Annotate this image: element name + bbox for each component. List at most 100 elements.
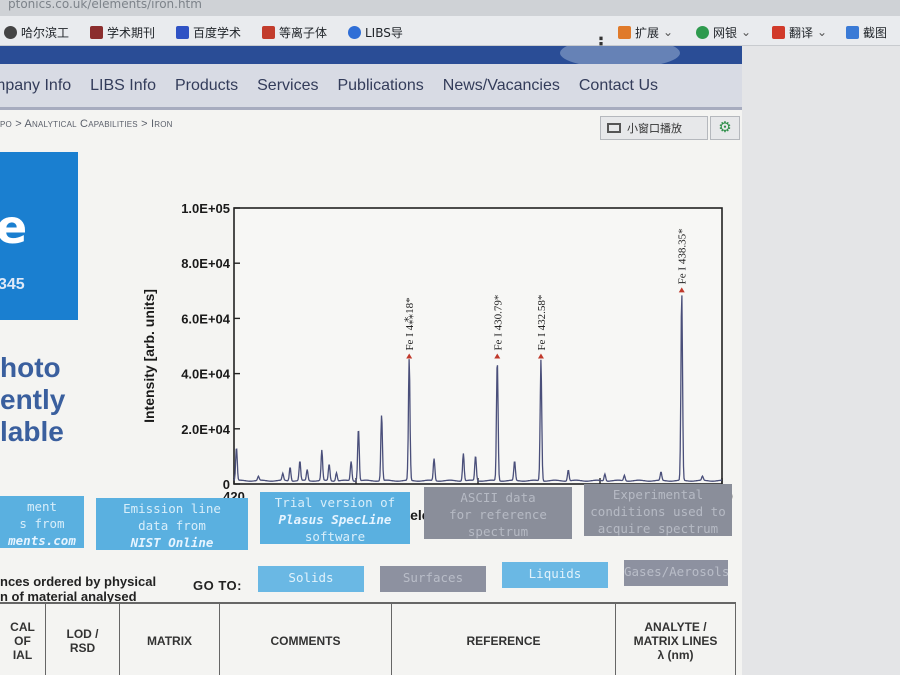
y-axis-label: Intensity [arb. units] [141,289,157,423]
scissors-icon [846,25,859,39]
header-text: CAL OF IAL [10,619,35,662]
nav-services[interactable]: Services [257,77,318,95]
mini-player-label: 小窗口播放 [627,122,682,135]
tile-specline[interactable]: Trial version of Plasus SpecLine softwar… [260,492,410,544]
peak-annotation: Fe I 438.35* [677,228,689,284]
element-number: 345 [0,276,25,293]
goto-label: GO TO: [193,578,242,593]
main-nav: mpany Info LIBS Info Products Services P… [0,64,742,110]
tile-line: software [304,529,366,544]
bookmark-2[interactable]: 百度学术 [176,22,241,42]
tile-line: data from [138,518,206,533]
web-page: mpany Info LIBS Info Products Services P… [0,46,742,675]
bookmark-label: 哈尔滨工 [21,25,70,40]
bookmark-label: 等离子体 [279,25,328,40]
paw-icon [176,25,189,39]
tile-line: conditions used to [590,504,726,519]
goto-solids-button[interactable]: Solids [258,566,364,592]
mini-player-button[interactable]: 小窗口播放 [600,116,708,140]
bookmark-icon [90,25,103,39]
text-line: ently [0,384,66,415]
nav-contact-us[interactable]: Contact Us [579,77,658,95]
bookmark-3[interactable]: 等离子体 [262,22,327,42]
tile-line: Emission line [123,501,221,516]
tile-line: for reference [449,507,547,522]
nav-libs-info[interactable]: LIBS Info [90,77,156,95]
text-line: nces ordered by physical [0,574,157,589]
gear-icon[interactable]: ⚙ [710,116,740,140]
tile-line: Trial version of [274,495,396,510]
chevron-down-icon: ⌄ [817,25,828,39]
y-tick-label: 2.0E+04 [181,422,231,437]
header-text: MATRIX [146,633,193,648]
extension-0[interactable]: 扩展 ⌄ [618,22,673,42]
text-line: lable [0,416,64,447]
extension-label: 网银 [713,25,738,40]
tile-ascii-data[interactable]: ASCII data for reference spectrum [424,487,572,539]
tile-line: ments.com [8,533,76,548]
grid-icon [618,25,631,39]
tile-line: ASCII data [460,490,536,505]
header-text: LOD / RSD [66,626,99,655]
ordered-text: nces ordered by physical n of material a… [0,574,156,604]
spectrum-chart: 02.0E+044.0E+046.0E+048.0E+041.0E+054204… [141,201,733,523]
extension-1[interactable]: 网银 ⌄ [696,22,751,42]
tile-conditions[interactable]: Experimental conditions used to acquire … [584,484,732,536]
tile-line: ment [26,499,58,514]
extension-label: 翻译 [789,25,814,40]
photo-availability-text: hoto ently lable [0,352,65,448]
tile-line: spectrum [467,524,529,539]
col-header-lod: LOD / RSD [46,604,120,675]
address-bar[interactable]: ptonics.co.uk/elements/iron.htm [0,0,900,16]
goto-liquids-button[interactable]: Liquids [502,562,608,588]
tile-nist[interactable]: Emission line data from NIST Online [96,498,248,550]
bookmark-icon [4,25,17,39]
extension-2[interactable]: 翻译 ⌄ [772,22,827,42]
peak-annotation: Fe I 430.79* [492,295,504,351]
col-header-lines: ANALYTE / MATRIX LINES λ (nm) [616,604,736,675]
tile-line: Plasus SpecLine [278,512,392,527]
peak-annotation: Fe I 432.58* [536,295,548,351]
bookmark-icon [262,25,275,39]
nav-publications[interactable]: Publications [337,77,423,95]
bookmark-0[interactable]: 哈尔滨工 [4,22,69,42]
element-card: e 345 [0,152,78,320]
col-header-comments: COMMENTS [220,604,392,675]
address-url: ptonics.co.uk/elements/iron.htm [8,0,202,11]
header-text: COMMENTS [270,633,341,648]
nav-news-vacancies[interactable]: News/Vacancies [443,77,560,95]
bookmarks-bar: 哈尔滨工 学术期刊 百度学术 等离子体 LIBS导 ⋮ 扩展 ⌄ 网银 ⌄ 翻译 ⌄ … [0,16,900,55]
translate-icon [772,25,785,39]
results-table-header: CAL OF IAL LOD / RSD MATRIX COMMENTS REF… [0,602,736,675]
chevron-down-icon: ⌄ [663,25,674,39]
y-tick-label: 6.0E+04 [181,311,231,326]
col-header-matrix: MATRIX [120,604,220,675]
tile-line: acquire spectrum [597,521,719,536]
y-tick-label: 1.0E+05 [181,201,230,216]
site-banner [0,46,742,64]
bookmark-1[interactable]: 学术期刊 [90,22,155,42]
extension-3[interactable]: 截图 [846,22,887,42]
extension-label: 扩展 [635,25,660,40]
goto-surfaces-button[interactable]: Surfaces [380,566,486,592]
nav-company-info[interactable]: mpany Info [0,77,71,95]
tv-icon [607,123,621,133]
element-symbol: e [0,200,28,254]
bookmark-label: LIBS导 [365,25,403,40]
breadcrumb: po > Analytical Capabilities > Iron [0,118,173,130]
chevron-down-icon: ⌄ [741,25,752,39]
tile-elements[interactable]: ment s from ments.com [0,496,84,548]
peak-annotation: Fe I 4⁂18* [404,297,416,350]
shield-icon [696,25,709,39]
right-blank-area [742,46,900,675]
y-tick-label: 8.0E+04 [181,256,231,271]
header-text: ANALYTE / MATRIX LINES λ (nm) [633,619,718,662]
y-tick-label: 4.0E+04 [181,367,231,382]
tile-line: NIST Online [130,535,214,550]
text-line: hoto [0,352,61,383]
nav-products[interactable]: Products [175,77,238,95]
col-header-reference: REFERENCE [392,604,616,675]
bookmark-icon [348,25,361,39]
goto-gases-button[interactable]: Gases/Aerosols [624,560,729,586]
bookmark-4[interactable]: LIBS导 [348,22,403,42]
